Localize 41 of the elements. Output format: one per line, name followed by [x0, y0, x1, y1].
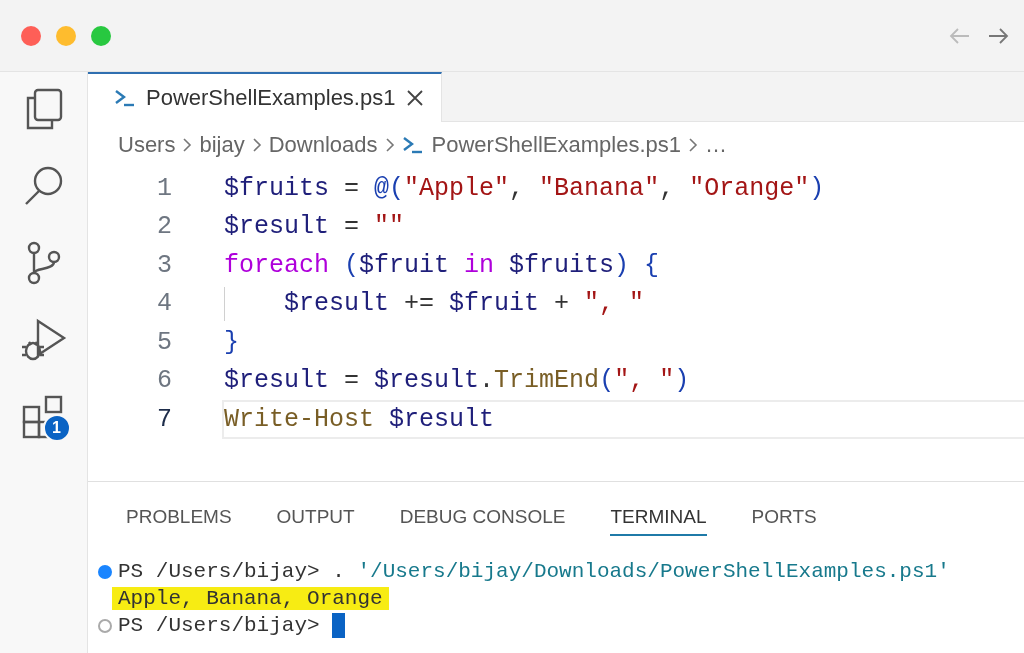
chevron-icon	[383, 135, 396, 154]
close-icon	[405, 88, 426, 108]
breadcrumb-item[interactable]: …	[705, 131, 727, 158]
code-line: }	[223, 326, 240, 359]
line-number: 6	[156, 366, 172, 396]
line-number: 4	[156, 289, 172, 319]
prompt-icon	[114, 88, 136, 108]
chevron-icon	[687, 135, 699, 154]
breadcrumb-item[interactable]: Downloads	[268, 131, 378, 158]
line-number: 3	[156, 250, 172, 280]
code-line: $result += $fruit + ", "	[222, 284, 1024, 323]
code-line: $fruits = @("Apple", "Banana", "Orange")	[223, 172, 826, 205]
line-number: 1	[156, 173, 172, 203]
code-line: $result = $result.TrimEnd(", ")	[223, 365, 691, 398]
terminal-line: PS /Users/bijay> . '/Users/bijay/Downloads/PowerShellExamples.ps1'	[118, 560, 950, 583]
tab-label: PowerShellExamples.ps1	[146, 85, 396, 111]
prompt-icon	[401, 134, 424, 155]
chevron-icon	[250, 135, 263, 154]
extensions-button[interactable]: 1	[16, 390, 71, 444]
close-button[interactable]	[405, 88, 426, 108]
panel-tab[interactable]: TERMINAL	[610, 506, 707, 536]
chevron-icon	[181, 135, 194, 154]
terminal-line: PS /Users/bijay>	[118, 614, 321, 637]
close-window-button[interactable]	[21, 25, 41, 46]
breadcrumb-item[interactable]: Users	[118, 131, 176, 158]
highlighted-output: Apple, Banana, Orange	[112, 587, 389, 610]
breadcrumb-item[interactable]: PowerShellExamples.ps1	[401, 131, 681, 158]
line-number: 5	[156, 327, 172, 357]
breadcrumb-item[interactable]: bijay	[199, 131, 245, 158]
panel-tab[interactable]: PORTS	[751, 506, 817, 536]
count-badge: 1	[42, 414, 71, 442]
code-line: $result = ""	[223, 211, 406, 244]
panel-tab[interactable]: DEBUG CONSOLE	[399, 506, 566, 536]
panel-tab[interactable]: OUTPUT	[276, 506, 355, 536]
panel-tab[interactable]: PROBLEMS	[126, 506, 232, 536]
line-number: 2	[156, 212, 172, 242]
run-debug-icon	[19, 317, 68, 363]
line-number: 7	[156, 404, 172, 434]
code-line: foreach ($fruit in $fruits) {	[223, 249, 661, 282]
code-line: Write-Host $result	[222, 400, 1024, 439]
editor-tab[interactable]: PowerShellExamples.ps1	[88, 72, 443, 122]
